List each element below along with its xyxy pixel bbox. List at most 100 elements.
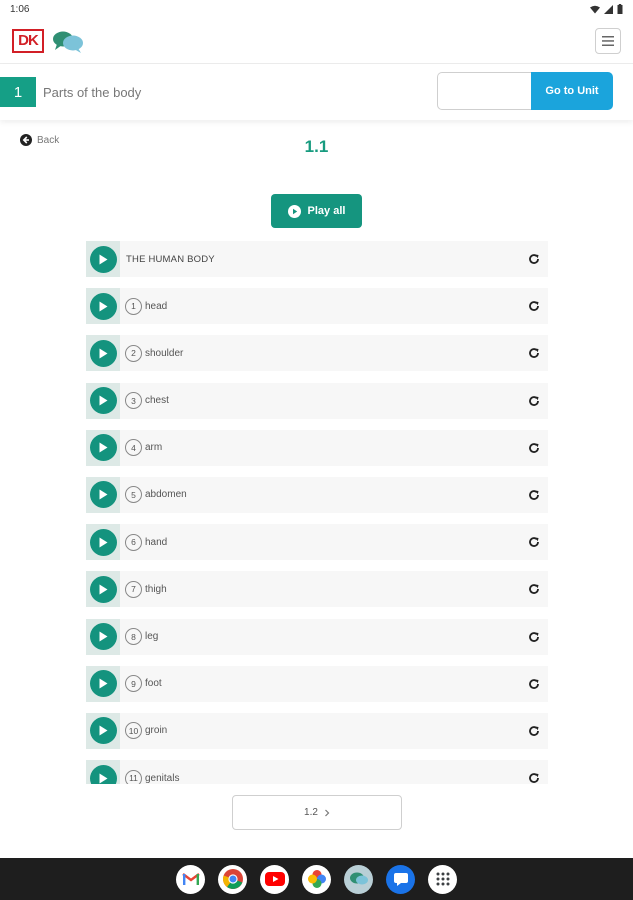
section-title: 1.1: [304, 137, 329, 156]
unit-bar: 1 Parts of the body Go to Unit: [0, 64, 633, 120]
track-play-button[interactable]: [86, 476, 120, 513]
next-page-label: 1.2: [304, 807, 318, 818]
track-row: 8 leg: [86, 618, 548, 655]
play-icon: [89, 717, 117, 745]
play-icon: [89, 387, 117, 415]
track-number: 11: [125, 769, 142, 784]
speech-bubbles-icon: [53, 31, 83, 53]
status-bar: 1:06: [0, 0, 633, 18]
apps-grid-icon[interactable]: [428, 864, 457, 894]
track-label: arm: [145, 442, 163, 454]
track-number: 4: [125, 439, 142, 457]
status-time: 1:06: [10, 3, 30, 15]
replay-icon[interactable]: [528, 631, 540, 643]
unit-title: Parts of the body: [43, 84, 142, 100]
replay-icon[interactable]: [528, 347, 540, 359]
play-circle-icon: [287, 204, 301, 218]
play-icon: [89, 434, 117, 462]
track-row: 11 genitals: [86, 760, 548, 784]
replay-icon[interactable]: [528, 395, 540, 407]
track-play-button[interactable]: [86, 618, 120, 655]
next-page-button[interactable]: 1.2: [232, 795, 402, 830]
app-header: DK: [0, 18, 633, 64]
chevron-right-icon: [325, 809, 330, 816]
replay-icon[interactable]: [528, 489, 540, 501]
play-icon: [89, 764, 117, 784]
track-row: 6 hand: [86, 524, 548, 561]
track-row: 5 abdomen: [86, 476, 548, 513]
track-number: 1: [125, 297, 142, 315]
replay-icon[interactable]: [528, 725, 540, 737]
replay-icon[interactable]: [528, 536, 540, 548]
track-play-button[interactable]: [86, 665, 120, 702]
track-number: 5: [125, 486, 142, 504]
track-label: groin: [145, 725, 168, 737]
track-row: 1 head: [86, 288, 548, 325]
track-label: genitals: [145, 772, 180, 784]
taskbar: [0, 858, 633, 900]
track-play-button[interactable]: [86, 524, 120, 561]
track-label: abdomen: [145, 489, 187, 501]
track-number: 6: [125, 533, 142, 551]
track-row: 2 shoulder: [86, 335, 548, 372]
track-label: shoulder: [145, 347, 184, 359]
wifi-icon: [590, 5, 600, 13]
track-number: 7: [125, 580, 142, 598]
track-label: head: [145, 300, 168, 312]
replay-icon[interactable]: [528, 442, 540, 454]
track-row-heading: THE HUMAN BODY: [86, 241, 548, 277]
track-row: 9 foot: [86, 665, 548, 702]
hamburger-icon: [602, 35, 614, 46]
play-icon: [89, 339, 117, 367]
track-play-button[interactable]: [86, 712, 120, 749]
gmail-icon[interactable]: [176, 864, 205, 894]
play-icon: [89, 528, 117, 556]
track-number: 10: [125, 722, 142, 740]
track-label: chest: [145, 395, 169, 407]
replay-icon[interactable]: [528, 772, 540, 784]
dk-logo: DK: [12, 28, 44, 53]
track-number: 9: [125, 675, 142, 693]
track-label: foot: [145, 678, 162, 690]
play-icon: [89, 292, 117, 320]
photos-icon[interactable]: [302, 864, 331, 894]
track-play-button[interactable]: [86, 241, 120, 277]
play-icon: [89, 670, 117, 698]
play-all-button[interactable]: Play all: [271, 194, 362, 228]
track-number: 8: [125, 628, 142, 645]
replay-icon[interactable]: [528, 300, 540, 312]
status-icons: [590, 4, 623, 14]
track-number: 3: [125, 392, 142, 410]
unit-number-input[interactable]: [437, 72, 531, 110]
track-label: thigh: [145, 583, 167, 595]
track-row: 10 groin: [86, 712, 548, 749]
chrome-icon[interactable]: [218, 864, 247, 894]
battery-icon: [617, 4, 623, 14]
messages-icon[interactable]: [386, 864, 415, 894]
replay-icon[interactable]: [528, 253, 540, 265]
replay-icon[interactable]: [528, 678, 540, 690]
logo-group: DK: [12, 28, 84, 53]
play-icon: [89, 575, 117, 603]
track-row: 7 thigh: [86, 571, 548, 608]
app-icon[interactable]: [344, 864, 373, 894]
track-label: hand: [145, 536, 168, 548]
track-play-button[interactable]: [86, 288, 120, 325]
track-play-button[interactable]: [86, 571, 120, 608]
track-play-button[interactable]: [86, 335, 120, 372]
track-number: 2: [125, 344, 142, 362]
menu-button[interactable]: [595, 27, 621, 54]
go-to-unit-button[interactable]: Go to Unit: [531, 72, 613, 110]
track-row: 4 arm: [86, 429, 548, 466]
youtube-icon[interactable]: [260, 864, 289, 894]
goto-unit-group: Go to Unit: [437, 72, 613, 110]
play-icon: [89, 623, 117, 650]
track-play-button[interactable]: [86, 429, 120, 466]
replay-icon[interactable]: [528, 583, 540, 595]
track-label: leg: [145, 631, 159, 642]
track-play-button[interactable]: [86, 382, 120, 419]
play-all-label: Play all: [307, 205, 346, 217]
track-list: THE HUMAN BODY 1 head 2 shoulder 3 chest…: [86, 241, 548, 784]
signal-icon: [604, 4, 613, 14]
track-play-button[interactable]: [86, 760, 120, 784]
